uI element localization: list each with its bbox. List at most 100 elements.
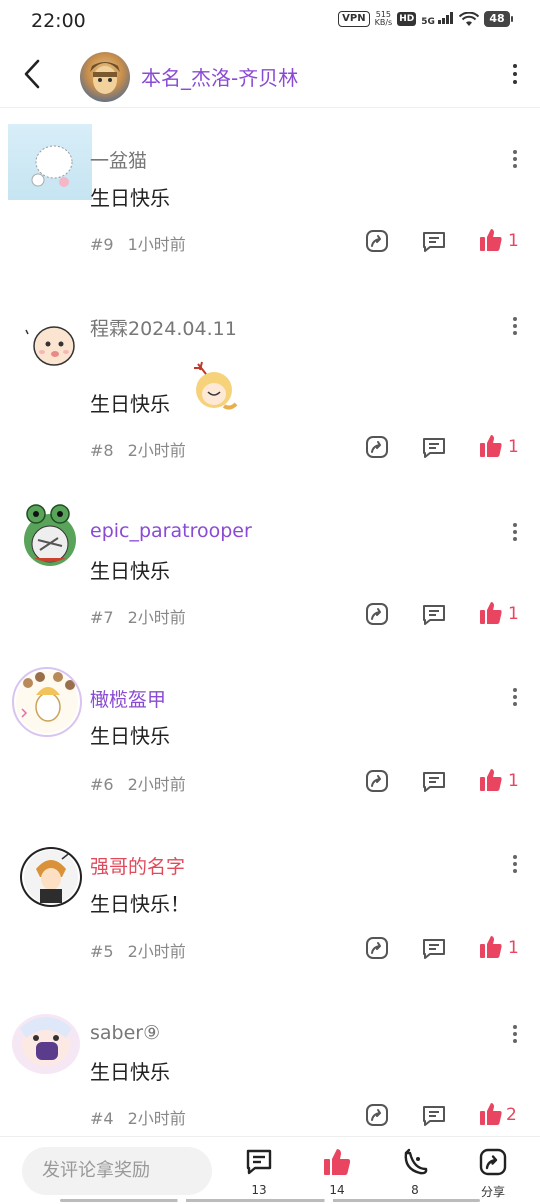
comment-time: 2小时前	[127, 942, 186, 961]
thumbs-up-icon[interactable]	[478, 433, 504, 459]
top-nav-bar: 本名_杰洛-齐贝林	[0, 42, 540, 108]
avatar[interactable]	[14, 500, 80, 570]
network-speed: 515 KB/s	[375, 11, 393, 27]
comment-author[interactable]: 强哥的名字	[90, 852, 185, 879]
avatar[interactable]	[12, 667, 82, 737]
more-dot	[513, 1025, 517, 1029]
status-time: 22:00	[31, 10, 86, 32]
thumbs-up-icon[interactable]	[478, 767, 504, 793]
comment-author[interactable]: saber⑨	[90, 1022, 160, 1044]
comment-meta: #6 2小时前	[90, 771, 186, 795]
comment-time: 2小时前	[127, 608, 186, 627]
network-type: 5G	[421, 16, 435, 27]
comment-author[interactable]: 橄榄盔甲	[90, 685, 166, 712]
likes-count: 14	[329, 1183, 345, 1197]
like-count: 2	[506, 1105, 517, 1125]
more-dot	[513, 869, 517, 873]
comment-time: 1小时前	[127, 235, 186, 254]
share-icon[interactable]	[364, 768, 390, 794]
more-dot	[513, 331, 517, 335]
floor-number: #9	[90, 235, 114, 254]
reply-icon[interactable]	[421, 769, 447, 795]
hd-badge: HD	[397, 12, 417, 26]
chevron-left-icon	[24, 59, 40, 89]
comment-time: 2小时前	[127, 775, 186, 794]
comment-text: 生日快乐	[90, 724, 170, 748]
reply-icon[interactable]	[421, 602, 447, 628]
floor-number: #5	[90, 942, 114, 961]
comment-icon	[246, 1149, 272, 1175]
more-dot	[513, 1032, 517, 1036]
reply-icon[interactable]	[421, 936, 447, 962]
anime-sticker	[184, 356, 244, 416]
comment-author[interactable]: 程霖2024.04.11	[90, 314, 237, 341]
like-count: 1	[508, 938, 519, 958]
back-button[interactable]	[18, 56, 48, 92]
status-icons: VPN 515 KB/s HD 5G 48	[338, 11, 513, 27]
share-button[interactable]: 分享	[463, 1147, 523, 1200]
more-dot	[513, 150, 517, 154]
avatar[interactable]	[8, 310, 88, 390]
like-count: 1	[508, 604, 519, 624]
like-count: 1	[508, 771, 519, 791]
thumbs-up-icon[interactable]	[478, 600, 504, 626]
reply-icon[interactable]	[421, 229, 447, 255]
comment-author[interactable]: epic_paratrooper	[90, 520, 252, 542]
more-dot	[513, 688, 517, 692]
avatar[interactable]	[80, 52, 130, 102]
reply-icon[interactable]	[421, 1103, 447, 1129]
avatar[interactable]	[8, 124, 92, 200]
comment-more-button[interactable]	[511, 520, 519, 544]
more-dot	[513, 72, 517, 76]
bananas-count: 8	[411, 1183, 419, 1197]
floor-number: #7	[90, 608, 114, 627]
reply-icon[interactable]	[421, 435, 447, 461]
comment-meta: #8 2小时前	[90, 437, 186, 461]
thumbs-up-icon[interactable]	[478, 1101, 504, 1127]
share-icon	[479, 1148, 507, 1176]
share-icon[interactable]	[364, 228, 390, 254]
comment-more-button[interactable]	[511, 147, 519, 171]
comment-more-button[interactable]	[511, 1022, 519, 1046]
speed-unit: KB/s	[374, 18, 393, 27]
floor-number: #4	[90, 1109, 114, 1128]
share-icon[interactable]	[364, 935, 390, 961]
like-count: 1	[508, 437, 519, 457]
comment-more-button[interactable]	[511, 314, 519, 338]
comment-more-button[interactable]	[511, 852, 519, 876]
thumbs-up-icon[interactable]	[478, 934, 504, 960]
comment-meta: #7 2小时前	[90, 604, 186, 628]
comment-more-button[interactable]	[511, 685, 519, 709]
avatar[interactable]	[20, 847, 82, 907]
banana-button[interactable]: 8	[385, 1147, 445, 1197]
share-icon[interactable]	[364, 434, 390, 460]
comment-author[interactable]: 一盆猫	[90, 146, 147, 173]
comments-count: 13	[251, 1183, 267, 1197]
more-dot	[513, 324, 517, 328]
comments-button[interactable]: 13	[229, 1147, 289, 1197]
comment-input[interactable]: 发评论拿奖励	[22, 1147, 212, 1195]
share-icon[interactable]	[364, 1102, 390, 1128]
more-dot	[513, 537, 517, 541]
vpn-badge: VPN	[338, 11, 370, 27]
thumbs-up-icon	[324, 1149, 351, 1175]
page-title[interactable]: 本名_杰洛-齐贝林	[141, 62, 298, 91]
home-indicator	[60, 1199, 480, 1202]
comment-text: 生日快乐	[90, 1060, 170, 1084]
status-bar: 22:00 VPN 515 KB/s HD 5G 48	[0, 0, 540, 42]
cellular-signal-icon: 5G	[421, 11, 454, 27]
more-dot	[513, 1039, 517, 1043]
battery-icon: 48	[484, 11, 513, 27]
share-icon[interactable]	[364, 601, 390, 627]
thumbs-up-icon[interactable]	[478, 227, 504, 253]
comment-text: 生日快乐	[90, 559, 170, 583]
avatar[interactable]	[6, 1010, 82, 1076]
more-dot	[513, 523, 517, 527]
like-button[interactable]: 14	[307, 1147, 367, 1197]
share-label: 分享	[480, 1185, 505, 1199]
more-dot	[513, 157, 517, 161]
more-dot	[513, 695, 517, 699]
more-options-button[interactable]	[510, 60, 520, 90]
comment-time: 2小时前	[127, 441, 186, 460]
comment-meta: #5 2小时前	[90, 938, 186, 962]
